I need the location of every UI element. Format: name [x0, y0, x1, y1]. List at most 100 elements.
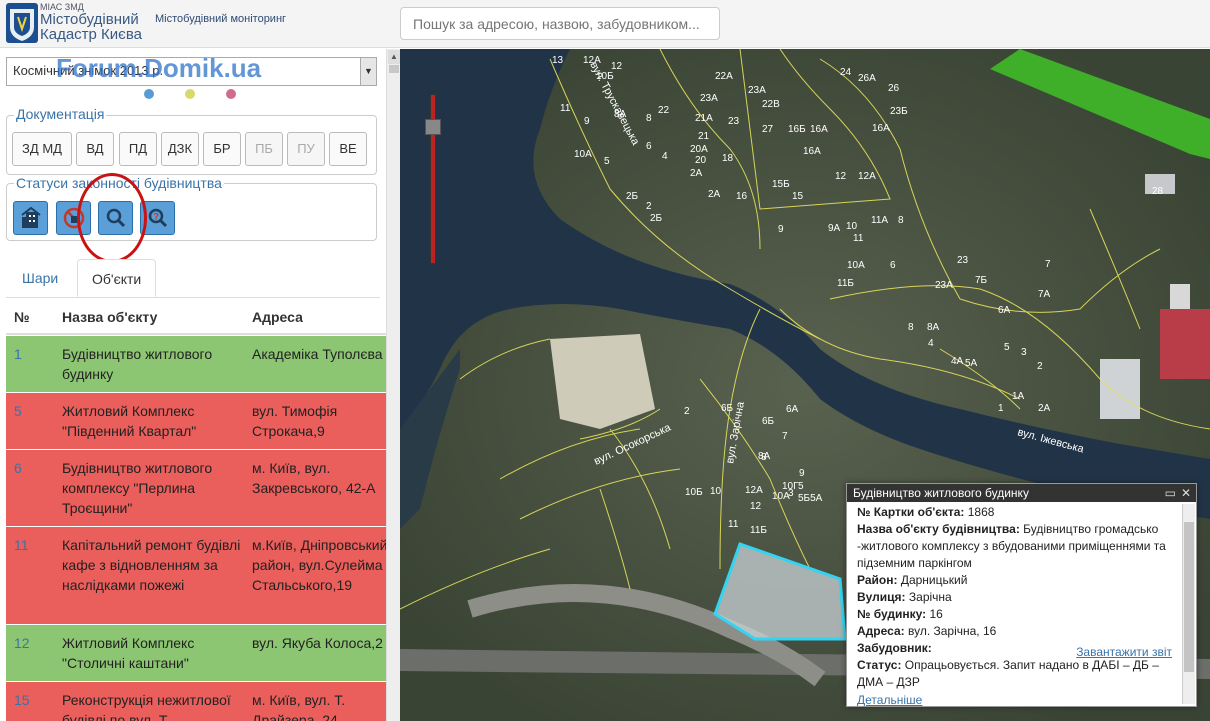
row-address: м. Київ, вул. Закревського, 42-А: [252, 460, 376, 496]
card-value: 1868: [967, 505, 995, 519]
doc-button[interactable]: БР: [203, 132, 241, 166]
row-number[interactable]: 15: [14, 690, 30, 710]
house-number-label: 4: [928, 338, 934, 349]
popup-scrollbar-thumb[interactable]: [1184, 522, 1194, 672]
house-number-label: 8А: [758, 451, 771, 462]
street-label: Вулиця:: [857, 590, 906, 604]
house-number-label: 2: [646, 201, 652, 212]
house-number-label: 2: [684, 406, 690, 417]
house-number-label: 23: [957, 255, 969, 266]
house-number-label: 2Б: [650, 213, 663, 224]
doc-button[interactable]: ЗД МД: [12, 132, 72, 166]
table-row[interactable]: 12 Житловий Комплекс "Столичні каштани" ву…: [6, 625, 386, 682]
row-address: вул. Якуба Колоса,2: [252, 635, 383, 651]
doc-button[interactable]: ВД: [76, 132, 114, 166]
table-header: № Назва об'єкту Адреса: [6, 299, 386, 335]
column-header-number[interactable]: №: [14, 309, 30, 325]
zoom-slider-handle[interactable]: [425, 119, 441, 135]
basemap-dot-yellow[interactable]: [185, 89, 195, 99]
house-number-label: 7А: [1038, 289, 1051, 300]
house-number-label: 11Б: [837, 278, 854, 289]
house-number-label: 26А: [858, 73, 876, 84]
table-row[interactable]: 6 Будівництво житлового комплексу "Перлин…: [6, 450, 386, 527]
row-number[interactable]: 11: [14, 535, 29, 555]
doc-button[interactable]: ПБ: [245, 132, 283, 166]
status-building-button[interactable]: [13, 201, 48, 235]
house-number-label: 4: [662, 151, 668, 162]
row-name: Житловий Комплекс "Столичні каштани": [62, 635, 195, 671]
row-number[interactable]: 6: [14, 458, 22, 478]
house-number-label: 2А: [708, 189, 721, 200]
basemap-dot-pink[interactable]: [226, 89, 236, 99]
details-link[interactable]: Детальніше: [857, 693, 922, 706]
house-number-label: 15: [792, 191, 804, 202]
status-value: Опрацьовується. Запит надано в ДАБІ – ДБ…: [857, 658, 1159, 689]
house-number-label: 11А: [871, 215, 888, 226]
search-input[interactable]: [400, 7, 720, 40]
house-number-label: 7: [782, 431, 788, 442]
developer-label: Забудовник:: [857, 641, 932, 655]
brand-line-2: Кадастр Києва: [40, 26, 142, 43]
house-number-label: 22В: [762, 99, 780, 110]
table-row[interactable]: 1 Будівництво житлового будинку Академіка …: [6, 336, 386, 393]
doc-button[interactable]: ПУ: [287, 132, 325, 166]
house-number-label: 6Б: [762, 416, 775, 427]
house-number-label: 26: [888, 83, 900, 94]
sidebar-scrollbar[interactable]: ▲: [386, 49, 400, 721]
house-number-label: 9: [799, 468, 805, 479]
app-subtitle: Містобудівний моніторинг: [155, 13, 287, 25]
house-number-label: 6: [646, 141, 652, 152]
house-number-label: 3: [1021, 347, 1027, 358]
house-number-label: 12А: [858, 171, 876, 182]
house-number-label: 22: [658, 105, 670, 116]
download-report-link[interactable]: Завантажити звіт: [1076, 645, 1172, 659]
house-number-label: 6: [890, 260, 896, 271]
house-number-label: 5: [604, 156, 610, 167]
house-number-label: 3: [788, 488, 794, 499]
table-row[interactable]: 5 Житловий Комплекс "Південний Квартал" ву…: [6, 393, 386, 450]
doc-button[interactable]: ПД: [119, 132, 157, 166]
satellite-map[interactable]: 13 12А 12 10Б 11 9 8А 8 6 4 10А 5 22 23А 21А 21 20А 20 2А 1…: [400, 49, 1210, 721]
row-number[interactable]: 1: [14, 344, 22, 364]
row-number[interactable]: 5: [14, 401, 22, 421]
house-number-label: 5: [798, 481, 804, 492]
scroll-up-icon[interactable]: ▲: [388, 50, 400, 64]
chevron-down-icon[interactable]: ▼: [360, 58, 376, 85]
doc-button[interactable]: ВЕ: [329, 132, 367, 166]
status-label: Статус:: [857, 658, 902, 672]
house-number-label: 10А: [574, 149, 592, 160]
basemap-dot-blue[interactable]: [144, 89, 154, 99]
doc-button[interactable]: ДЗК: [161, 132, 199, 166]
house-number-label: 7Б: [975, 275, 988, 286]
house-number-label: 9А: [828, 223, 841, 234]
popup-header: Будівництво житлового будинку ▭ ✕: [847, 484, 1196, 502]
house-number-label: 23А: [748, 85, 766, 96]
card-label: № Картки об'єкта:: [857, 505, 965, 519]
house-number-label: 8А: [927, 322, 940, 333]
house-number-label: 18: [722, 153, 734, 164]
house-number-label: 12А: [745, 485, 763, 496]
column-header-address[interactable]: Адреса: [252, 309, 303, 325]
house-number-label: 23: [728, 116, 740, 127]
tab-objects[interactable]: Об'єкти: [77, 259, 157, 297]
table-row[interactable]: 15 Реконструкція нежитлової будівлі по ву…: [6, 682, 386, 721]
maximize-icon[interactable]: ▭: [1165, 486, 1176, 500]
row-number[interactable]: 12: [14, 633, 30, 653]
house-number-label: 2А: [1038, 403, 1051, 414]
district-value: Дарницький: [900, 573, 968, 587]
scrollbar-thumb[interactable]: [389, 65, 399, 73]
kyiv-logo-icon[interactable]: [6, 3, 38, 43]
address-value: вул. Зарічна, 16: [907, 624, 997, 638]
close-icon[interactable]: ✕: [1181, 486, 1191, 500]
table-row[interactable]: 11 Капітальний ремонт будівлі кафе з відн…: [6, 527, 386, 625]
documentation-title: Документація: [14, 106, 107, 122]
tab-layers[interactable]: Шари: [8, 259, 72, 297]
column-header-name[interactable]: Назва об'єкту: [62, 309, 157, 325]
house-number-label: 21: [698, 131, 710, 142]
house-number-label: 8: [646, 113, 652, 124]
popup-scrollbar[interactable]: [1182, 504, 1195, 704]
house-number-label: 6Б: [721, 403, 734, 414]
house-number-label: 6А: [998, 305, 1011, 316]
row-address: м.Київ, Дніпровський район, вул.Сулейма …: [252, 537, 386, 593]
street-value: Зарічна: [908, 590, 952, 604]
